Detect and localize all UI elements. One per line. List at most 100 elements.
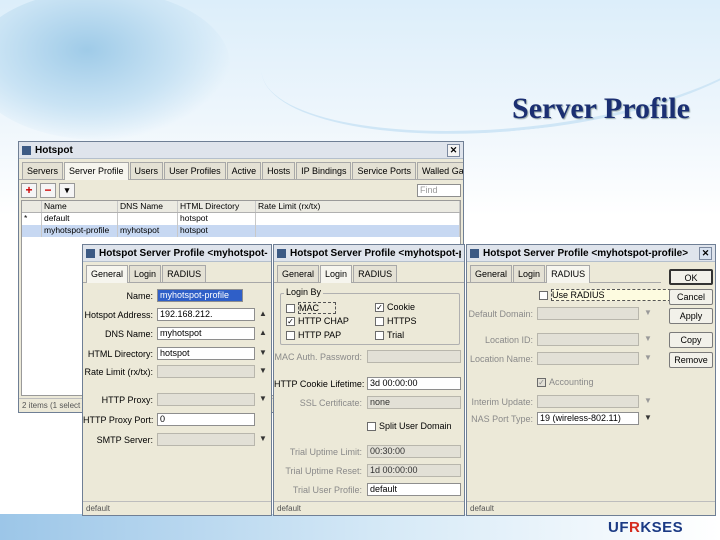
expand-icon[interactable]: ▼ [259, 394, 267, 403]
row-rate [256, 225, 460, 237]
column-header-dir[interactable]: HTML Directory [178, 201, 256, 212]
dropdown-icon[interactable]: ▼ [644, 308, 652, 317]
dropdown-icon[interactable]: ▼ [644, 396, 652, 405]
trial-uptime-limit-field[interactable]: 00:30:00 [367, 445, 461, 458]
http-pap-label: HTTP PAP [298, 330, 342, 340]
use-radius-label: Use RADIUS [551, 289, 676, 301]
trial-label: Trial [387, 330, 405, 340]
profile-general-dialog: Hotspot Server Profile <myhotspot-pr Gen… [82, 244, 272, 516]
apply-button[interactable]: Apply [669, 308, 713, 324]
tab-user-profiles[interactable]: User Profiles [164, 162, 226, 179]
mac-auth-password-field[interactable] [367, 350, 461, 363]
trial-checkbox[interactable]: Trial [375, 330, 404, 340]
remove-icon[interactable]: − [40, 183, 56, 198]
location-name-field[interactable] [537, 352, 639, 365]
tab-radius[interactable]: RADIUS [546, 265, 591, 283]
location-id-label: Location ID: [484, 335, 533, 345]
https-checkbox[interactable]: HTTPS [375, 316, 417, 326]
remove-button[interactable]: Remove [669, 352, 713, 368]
ssl-certificate-label: SSL Certificate: [299, 398, 362, 408]
row-dns [118, 213, 178, 225]
tab-users[interactable]: Users [129, 162, 164, 179]
tab-ip-bindings[interactable]: IP Bindings [296, 162, 352, 179]
cancel-button[interactable]: Cancel [669, 289, 713, 305]
cookie-checkbox[interactable]: ✓ Cookie [375, 302, 415, 312]
tab-hosts[interactable]: Hosts [262, 162, 296, 179]
tab-general[interactable]: General [86, 265, 129, 283]
tab-servers[interactable]: Servers [22, 162, 64, 179]
smtp-server-field[interactable] [157, 433, 255, 446]
dialog-titlebar: Hotspot Server Profile <myhotspot-profil… [467, 245, 715, 262]
column-header-rate[interactable]: Rate Limit (rx/tx) [256, 201, 460, 212]
expand-icon[interactable]: ▲ [259, 309, 267, 318]
http-chap-checkbox[interactable]: ✓ HTTP CHAP [286, 316, 349, 326]
http-pap-checkbox[interactable]: HTTP PAP [286, 330, 341, 340]
dropdown-icon[interactable]: ▼ [644, 413, 652, 422]
dialog-titlebar: Hotspot Server Profile <myhotspot-pr [83, 245, 271, 262]
close-icon[interactable]: ✕ [447, 143, 460, 157]
tab-server-profile[interactable]: Server Profile [64, 162, 129, 180]
close-icon[interactable]: ✕ [699, 246, 712, 260]
window-icon [22, 145, 31, 155]
tab-login[interactable]: Login [320, 265, 353, 283]
ok-button[interactable]: OK [669, 269, 713, 285]
tab-general[interactable]: General [277, 265, 320, 282]
nas-port-type-label: NAS Port Type: [471, 414, 533, 424]
column-header-dns[interactable]: DNS Name [118, 201, 178, 212]
split-user-domain-checkbox[interactable]: Split User Domain [367, 421, 452, 431]
default-domain-field[interactable] [537, 307, 639, 320]
row-rate [256, 213, 460, 225]
ssl-certificate-select[interactable]: none [367, 396, 461, 409]
accounting-checkbox[interactable]: ✓ Accounting [537, 377, 594, 387]
hotspot-address-label: Hotspot Address: [84, 310, 153, 320]
http-proxy-label: HTTP Proxy: [101, 395, 153, 405]
cookie-lifetime-field[interactable]: 3d 00:00:00 [367, 377, 461, 390]
trial-uptime-reset-field[interactable]: 1d 00:00:00 [367, 464, 461, 477]
html-directory-select[interactable]: hotspot [157, 347, 255, 360]
mac-auth-password-label: MAC Auth. Password: [274, 352, 362, 362]
split-user-domain-label: Split User Domain [379, 421, 452, 431]
dropdown-icon[interactable]: ▼ [259, 348, 267, 357]
dropdown-icon[interactable]: ▼ [644, 353, 652, 362]
tab-login[interactable]: Login [129, 265, 162, 282]
mac-checkbox[interactable]: MAC [286, 302, 336, 314]
expand-icon[interactable]: ▲ [259, 328, 267, 337]
hotspot-tabs: Servers Server Profile Users User Profil… [19, 159, 463, 180]
nas-port-type-select[interactable]: 19 (wireless-802.11) [537, 412, 639, 425]
find-input[interactable]: Find [417, 184, 461, 197]
tab-walled-garden[interactable]: Walled Garden [417, 162, 463, 179]
tab-service-ports[interactable]: Service Ports [352, 162, 417, 179]
expand-icon[interactable]: ▼ [259, 434, 267, 443]
row-dir: hotspot [178, 225, 256, 237]
cookie-label: Cookie [387, 302, 416, 312]
trial-uptime-reset-label: Trial Uptime Reset: [285, 466, 362, 476]
trial-user-profile-select[interactable]: default [367, 483, 461, 496]
accounting-label: Accounting [549, 377, 594, 387]
table-row[interactable]: myhotspot-profile myhotspot hotspot [22, 225, 460, 237]
expand-icon[interactable]: ▼ [259, 366, 267, 375]
http-proxy-port-field[interactable]: 0 [157, 413, 255, 426]
table-header: Name DNS Name HTML Directory Rate Limit … [22, 201, 460, 213]
column-header-name[interactable]: Name [42, 201, 118, 212]
dropdown-icon[interactable]: ▼ [644, 334, 652, 343]
tab-radius[interactable]: RADIUS [162, 265, 207, 282]
hotspot-address-field[interactable]: 192.168.212. [157, 308, 255, 321]
dns-name-field[interactable]: myhotspot [157, 327, 255, 340]
rate-limit-field[interactable] [157, 365, 255, 378]
use-radius-checkbox[interactable]: Use RADIUS [539, 289, 676, 301]
sort-icon[interactable]: ▾ [59, 183, 75, 198]
location-id-field[interactable] [537, 333, 639, 346]
table-row[interactable]: * default hotspot [22, 213, 460, 225]
copy-button[interactable]: Copy [669, 332, 713, 348]
tab-general[interactable]: General [470, 265, 513, 282]
interim-update-label: Interim Update: [471, 397, 533, 407]
dialog-title: Hotspot Server Profile <myhotspot-pr [99, 247, 268, 259]
interim-update-field[interactable] [537, 395, 639, 408]
tab-active[interactable]: Active [226, 162, 262, 179]
tab-login[interactable]: Login [513, 265, 546, 282]
tab-radius[interactable]: RADIUS [353, 265, 398, 282]
add-icon[interactable]: + [21, 183, 37, 198]
http-proxy-field[interactable] [157, 393, 255, 406]
dialog-status: default [274, 501, 464, 515]
name-field[interactable]: myhotspot-profile [157, 289, 243, 302]
